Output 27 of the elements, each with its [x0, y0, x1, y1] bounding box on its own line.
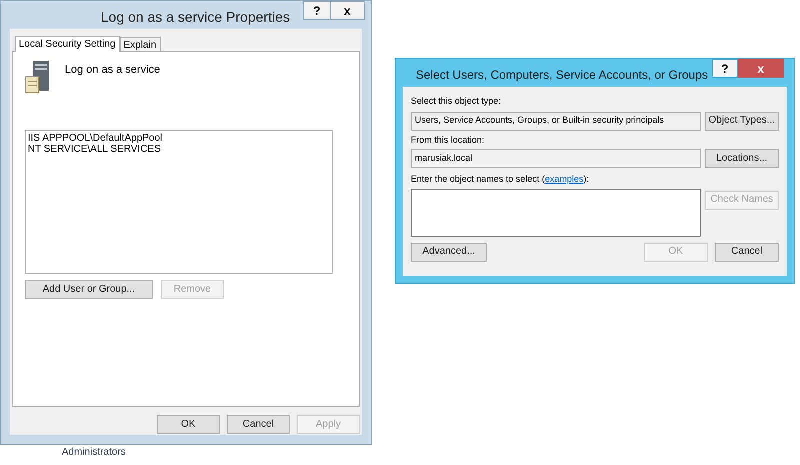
locations-button[interactable]: Locations... [705, 149, 779, 168]
list-item[interactable]: IIS APPPOOL\DefaultAppPool [28, 133, 163, 144]
examples-link[interactable]: examples [545, 174, 584, 184]
help-button[interactable]: ? [712, 59, 738, 78]
field-label: Enter the object names to select (examples): [411, 173, 590, 186]
field-label: Select this object type: [411, 95, 502, 108]
background-text: Administrators [62, 447, 126, 459]
help-button[interactable]: ? [303, 1, 331, 20]
close-button[interactable]: x [738, 59, 784, 78]
object-types-button[interactable]: Object Types... [705, 112, 779, 130]
policy-name: Log on as a service [65, 63, 160, 78]
window-title: Log on as a service Properties [101, 8, 290, 27]
ok-button[interactable]: OK [157, 415, 220, 434]
object-type-field: Users, Service Accounts, Groups, or Built-in security principals [411, 112, 701, 130]
tab[interactable]: Explain [120, 37, 161, 51]
add-user-or-group-button[interactable]: Add User or Group... [25, 280, 153, 299]
advanced-button[interactable]: Advanced... [411, 242, 487, 262]
tab[interactable]: Local Security Setting [15, 36, 120, 52]
server-icon [25, 60, 51, 94]
cancel-button[interactable]: Cancel [715, 242, 779, 262]
list-item[interactable]: NT SERVICE\ALL SERVICES [28, 144, 162, 155]
window-title: Select Users, Computers, Service Accounts, or Groups [416, 67, 708, 84]
close-button[interactable]: x [331, 1, 365, 20]
cancel-button[interactable]: Cancel [227, 415, 290, 434]
field-label: From this location: [411, 134, 486, 146]
object-names-field[interactable] [411, 188, 701, 236]
location-field: marusiak.local [411, 149, 701, 168]
